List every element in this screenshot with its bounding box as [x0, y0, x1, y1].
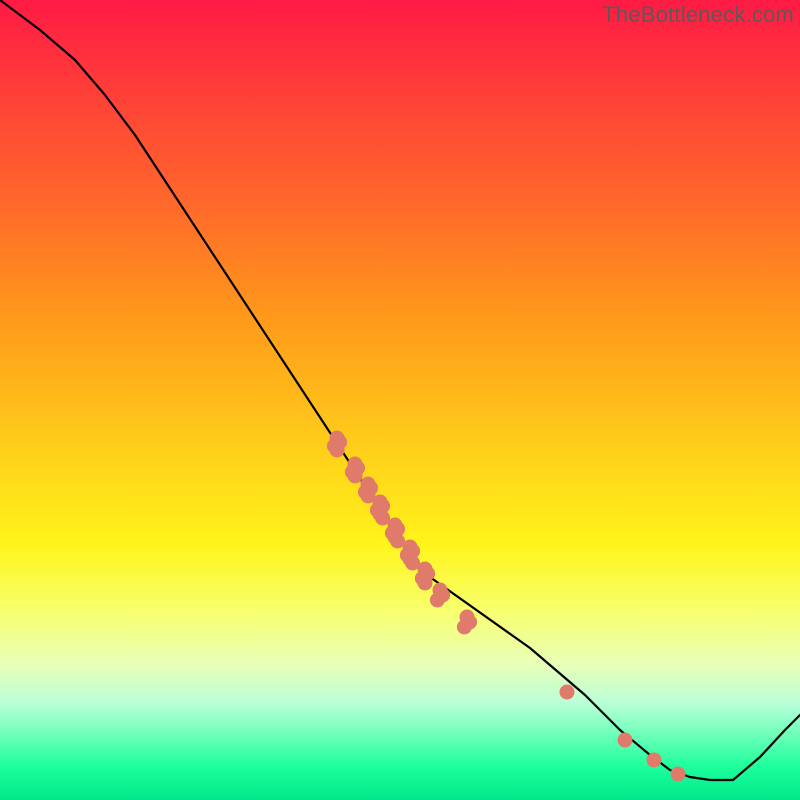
chart-stage: TheBottleneck.com	[0, 0, 800, 800]
data-dot	[418, 576, 433, 591]
data-dot	[560, 685, 575, 700]
data-dot	[348, 469, 363, 484]
data-dot	[457, 620, 472, 635]
chart-overlay-svg	[0, 0, 800, 800]
data-dot	[618, 733, 633, 748]
data-dots-group	[327, 431, 686, 782]
data-dot	[671, 767, 686, 782]
bottleneck-curve	[0, 0, 800, 780]
data-dot	[330, 443, 345, 458]
data-dot	[647, 753, 662, 768]
data-dot	[430, 593, 445, 608]
